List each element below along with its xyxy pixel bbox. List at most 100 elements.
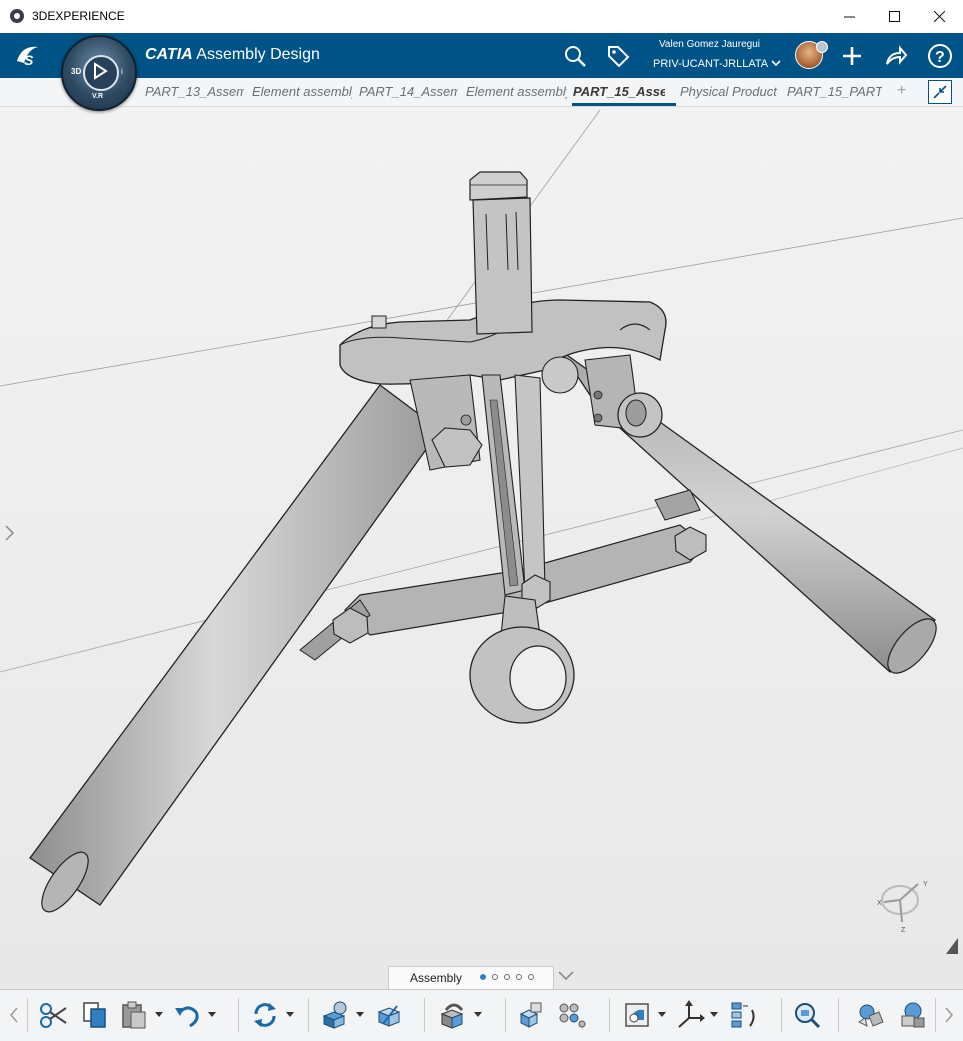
paste-icon (122, 1001, 146, 1029)
interference-button[interactable] (896, 999, 930, 1031)
3d-viewport[interactable]: Y X Z (0, 107, 963, 989)
action-bar (0, 989, 963, 1041)
tab-part15-part[interactable]: PART_15_PART_ (787, 84, 882, 99)
tab-element-assembly-2[interactable]: Element assembly (466, 84, 567, 99)
scroll-right-button[interactable] (939, 1002, 959, 1028)
help-button[interactable]: ? (926, 42, 954, 70)
explode-icon (519, 1002, 542, 1028)
page-dot[interactable] (492, 974, 498, 980)
window-title: 3DEXPERIENCE (32, 9, 125, 23)
undo-dropdown[interactable] (208, 1011, 216, 1019)
play-icon[interactable] (83, 55, 119, 91)
update-button[interactable] (248, 999, 282, 1031)
maximize-button[interactable] (871, 0, 917, 33)
svg-text:?: ? (935, 49, 945, 66)
manipulate-button[interactable] (371, 999, 405, 1031)
help-icon: ? (928, 44, 952, 68)
tab-physical-product[interactable]: Physical Product (680, 84, 782, 99)
chevron-right-icon (945, 1007, 953, 1023)
section-dropdown[interactable] (658, 1011, 666, 1019)
compass-i-label: i (121, 67, 123, 76)
separator (935, 998, 936, 1032)
scissors-icon (40, 1003, 67, 1028)
tenant-selector[interactable]: PRIV-UCANT-JRLLATA (653, 58, 781, 70)
window-titlebar: 3DEXPERIENCE (0, 0, 963, 34)
page-dot[interactable] (528, 974, 534, 980)
connection-dropdown[interactable] (474, 1011, 482, 1019)
search-button[interactable] (561, 42, 589, 70)
brand-bold: CATIA (145, 46, 193, 63)
chevron-down-icon (558, 971, 574, 981)
left-panel-toggle[interactable] (3, 524, 15, 547)
compass-widget[interactable]: 3D i V.R (61, 35, 137, 111)
svg-text:S: S (24, 52, 34, 68)
active-tab-indicator (572, 103, 676, 106)
clash-analysis-button[interactable] (853, 999, 887, 1031)
chevron-left-icon (10, 1007, 18, 1023)
page-dot[interactable] (516, 974, 522, 980)
add-button[interactable] (838, 42, 866, 70)
section-pager[interactable] (480, 974, 534, 980)
undo-button[interactable] (170, 999, 204, 1031)
tab-element-assembly-1[interactable]: Element assembly (252, 84, 352, 99)
assembly-model[interactable] (0, 107, 963, 989)
update-dropdown[interactable] (286, 1011, 294, 1019)
caret-down-icon (208, 1012, 216, 1017)
explode-button[interactable] (513, 999, 547, 1031)
resize-corner-icon[interactable] (944, 936, 960, 956)
ds-logo-icon[interactable]: S (14, 41, 46, 74)
close-button[interactable] (916, 0, 962, 33)
close-icon (933, 11, 945, 22)
caret-down-icon (710, 1012, 718, 1017)
clash-search-button[interactable] (790, 999, 824, 1031)
section-label: Assembly (410, 971, 463, 985)
pattern-button[interactable] (554, 999, 588, 1031)
insert-product-button[interactable] (318, 999, 352, 1031)
collapse-icon (933, 85, 947, 99)
chevron-right-icon (5, 525, 15, 541)
caret-down-icon (356, 1012, 364, 1017)
cut-button[interactable] (36, 999, 70, 1031)
collapse-button[interactable] (928, 80, 952, 104)
scroll-left-button[interactable] (4, 1002, 24, 1028)
tag-icon (608, 46, 630, 68)
app-icon (10, 9, 24, 23)
refresh-icon (254, 1003, 276, 1027)
search-icon (565, 46, 586, 67)
page-dot[interactable] (504, 974, 510, 980)
axis-z-label: Z (901, 927, 906, 934)
tenant-label: PRIV-UCANT-JRLLATA (653, 58, 768, 70)
orientation-axes-icon[interactable]: Y X Z (868, 874, 938, 934)
tag-button[interactable] (604, 42, 632, 70)
minimize-button[interactable] (826, 0, 872, 33)
section-icon (625, 1003, 649, 1027)
clash-search-icon (795, 1003, 821, 1029)
axis-y-label: Y (923, 881, 928, 888)
interference-icon (901, 1002, 925, 1028)
user-name[interactable]: Valen Gomez Jauregui (659, 39, 760, 50)
paste-dropdown[interactable] (155, 1011, 163, 1019)
copy-button[interactable] (78, 999, 112, 1031)
expand-sections-button[interactable] (556, 966, 576, 986)
insert-dropdown[interactable] (356, 1011, 364, 1019)
manipulate-icon (377, 1005, 401, 1027)
connection-icon (440, 1003, 464, 1029)
separator (27, 998, 28, 1032)
engineering-connection-button[interactable] (436, 999, 470, 1031)
add-tab-button[interactable]: + (897, 82, 906, 100)
copy-icon (83, 1002, 106, 1028)
tab-part13[interactable]: PART_13_Assembly (145, 84, 244, 99)
share-icon (886, 45, 908, 65)
axis-dropdown[interactable] (710, 1011, 718, 1019)
tab-part14[interactable]: PART_14_Assembly (359, 84, 458, 99)
paste-button[interactable] (117, 999, 151, 1031)
axis-system-button[interactable] (673, 999, 707, 1031)
tree-reorder-button[interactable] (726, 999, 760, 1031)
action-bar-section[interactable]: Assembly (388, 966, 554, 989)
page-dot[interactable] (480, 974, 486, 980)
compass-vr-label: V.R (92, 93, 104, 100)
caret-down-icon (155, 1012, 163, 1017)
tab-part15[interactable]: PART_15_Assembly (573, 84, 665, 99)
section-view-button[interactable] (620, 999, 654, 1031)
share-button[interactable] (882, 42, 910, 70)
